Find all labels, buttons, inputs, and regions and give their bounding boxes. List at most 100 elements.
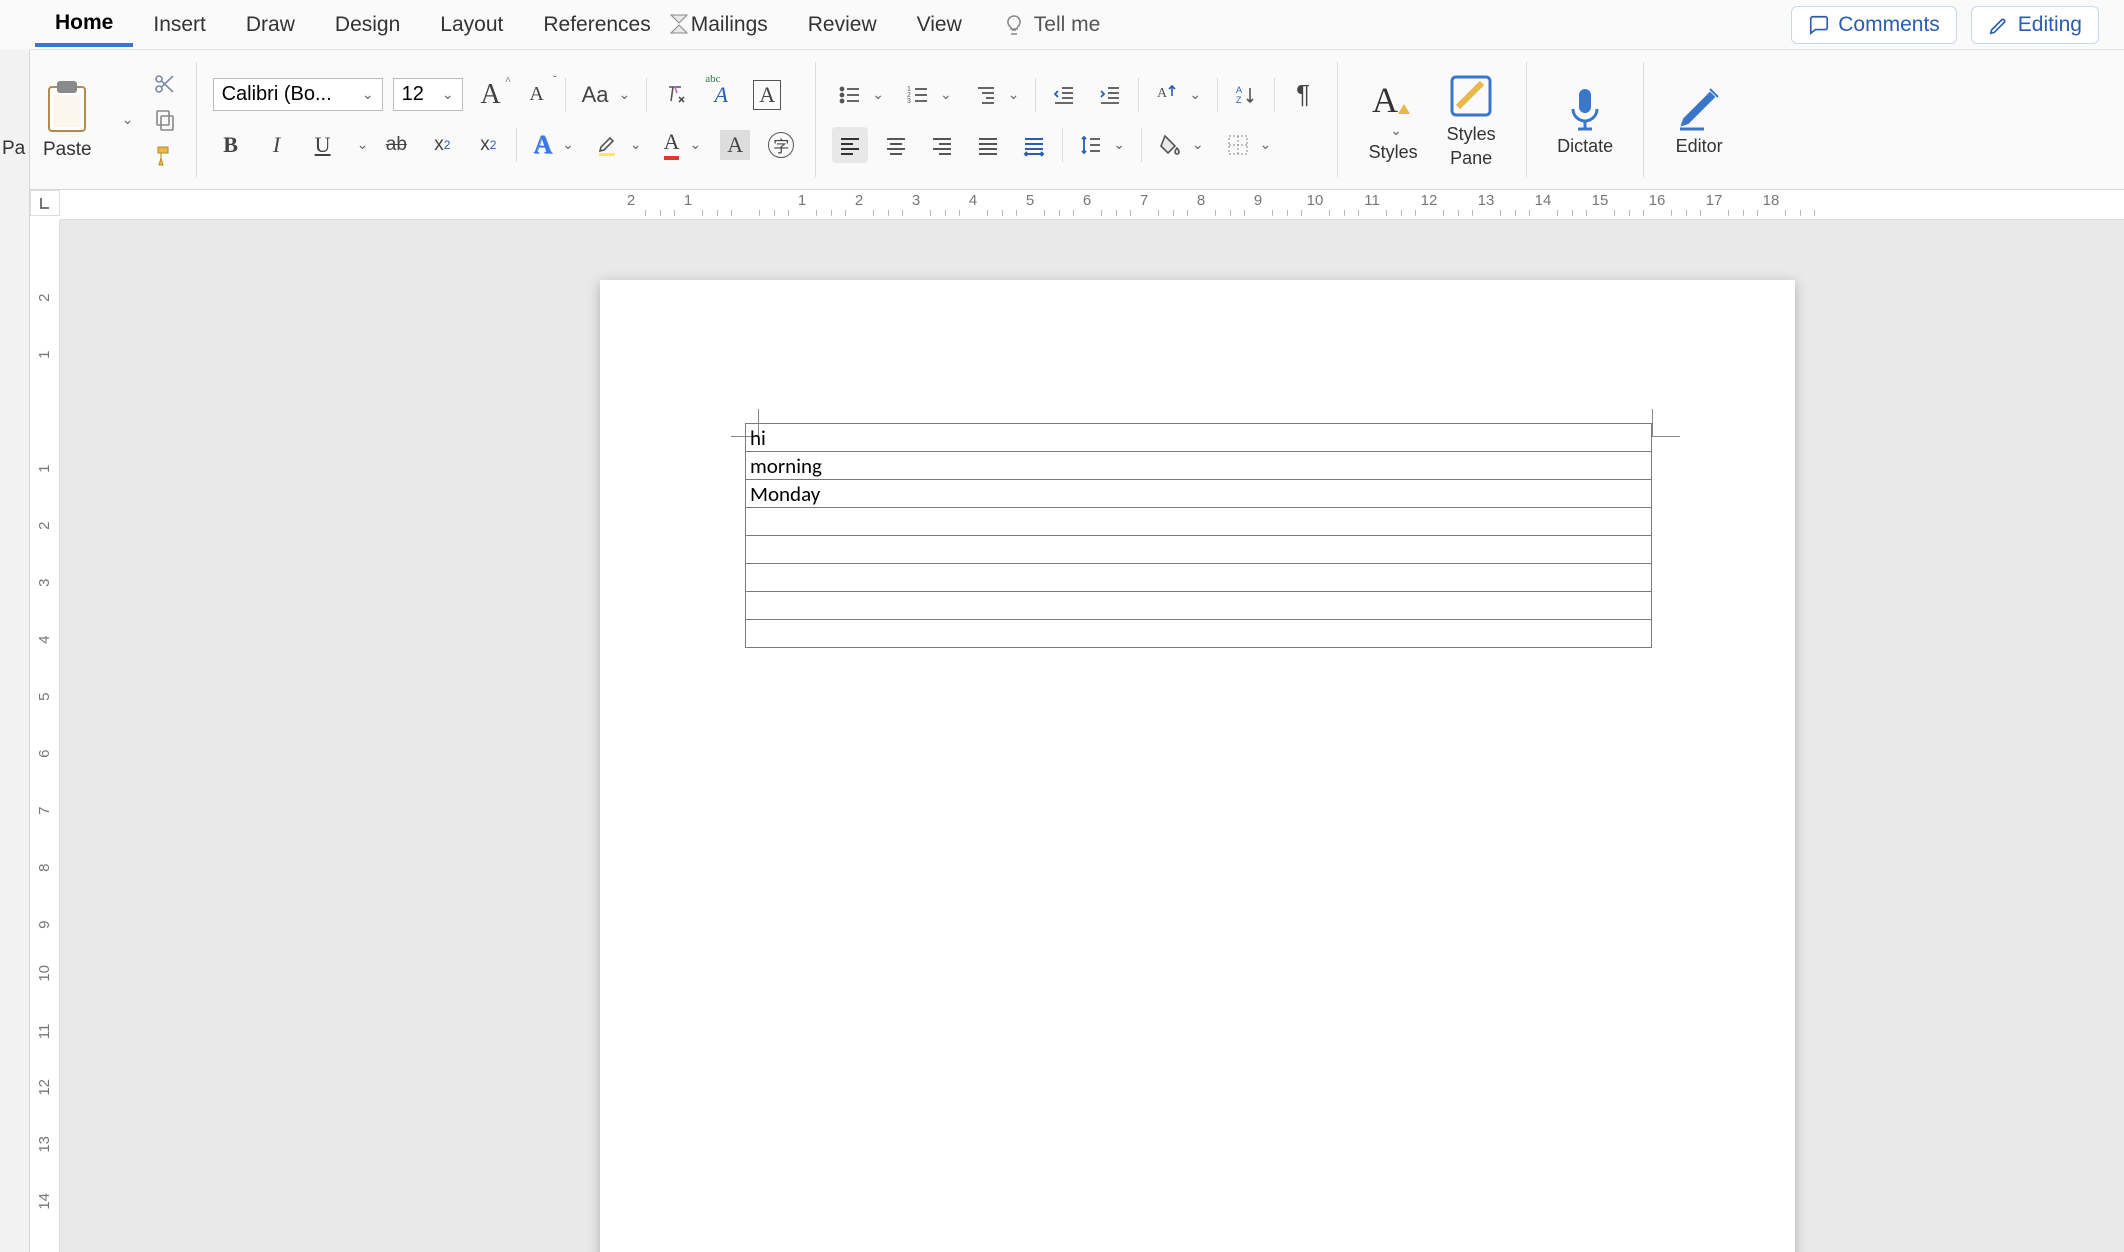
tab-review[interactable]: Review: [788, 5, 897, 45]
group-dictate: Dictate: [1533, 50, 1637, 189]
ruler-tick: 3: [36, 578, 53, 586]
ruler-minor-tick: [1059, 210, 1060, 216]
paste-button[interactable]: Paste: [35, 79, 100, 161]
table-cell[interactable]: morning: [746, 452, 1652, 480]
text-direction-button[interactable]: A⌄: [1149, 77, 1207, 113]
document-table[interactable]: himorningMonday: [745, 423, 1652, 648]
ruler-minor-tick: [816, 210, 817, 216]
styles-gallery-button[interactable]: A ⌄ Styles: [1354, 72, 1432, 167]
tab-stop-selector[interactable]: [30, 190, 60, 216]
table-cell[interactable]: [746, 564, 1652, 592]
table-row[interactable]: [746, 536, 1652, 564]
strikethrough-button[interactable]: ab: [378, 127, 414, 163]
font-family-select[interactable]: Calibri (Bo...⌄: [213, 78, 383, 111]
justify-button[interactable]: [970, 127, 1006, 163]
editor-button[interactable]: Editor: [1660, 79, 1738, 161]
cut-button[interactable]: [150, 69, 180, 99]
clear-formatting-button[interactable]: [657, 77, 693, 113]
increase-indent-button[interactable]: [1092, 77, 1128, 113]
numbering-button[interactable]: 123⌄: [900, 77, 958, 113]
comments-button[interactable]: Comments: [1791, 6, 1957, 44]
align-right-button[interactable]: [924, 127, 960, 163]
horizontal-ruler[interactable]: 21123456789101112131415161718: [60, 190, 2124, 220]
tell-me-label: Tell me: [1034, 13, 1101, 37]
ruler-tick: 10: [36, 965, 53, 982]
change-case-label: Aa: [582, 82, 609, 108]
highlight-button[interactable]: ⌄: [590, 127, 648, 163]
outdent-icon: [1052, 83, 1076, 107]
dictate-button[interactable]: Dictate: [1543, 79, 1627, 161]
format-painter-button[interactable]: [150, 141, 180, 171]
indent-marker[interactable]: [670, 14, 688, 39]
tell-me-search[interactable]: Tell me: [982, 5, 1121, 45]
ruler-minor-tick: [1415, 210, 1416, 216]
align-left-button[interactable]: [832, 127, 868, 163]
font-family-value: Calibri (Bo...: [222, 83, 332, 106]
paste-dropdown[interactable]: ⌄: [110, 105, 140, 135]
table-cell[interactable]: [746, 620, 1652, 648]
table-cell[interactable]: Monday: [746, 480, 1652, 508]
ruler-minor-tick: [1101, 210, 1102, 216]
shrink-font-button[interactable]: Aˇ: [519, 77, 555, 113]
ruler-minor-tick: [1643, 210, 1644, 216]
distributed-button[interactable]: [1016, 127, 1052, 163]
tab-view[interactable]: View: [897, 5, 982, 45]
copy-button[interactable]: [150, 105, 180, 135]
align-center-button[interactable]: [878, 127, 914, 163]
editing-mode-button[interactable]: Editing: [1971, 6, 2099, 44]
table-row[interactable]: Monday: [746, 480, 1652, 508]
table-cell[interactable]: hi: [746, 424, 1652, 452]
font-size-select[interactable]: 12⌄: [393, 78, 463, 111]
change-case-button[interactable]: Aa ⌄: [576, 77, 637, 113]
borders-button[interactable]: ⌄: [1220, 127, 1278, 163]
character-border-button[interactable]: A: [749, 77, 785, 113]
character-shading-button[interactable]: A: [717, 127, 753, 163]
table-row[interactable]: hi: [746, 424, 1652, 452]
multilevel-list-button[interactable]: ⌄: [968, 77, 1026, 113]
sort-button[interactable]: AZ: [1228, 77, 1264, 113]
document-page[interactable]: himorningMonday: [600, 280, 1795, 1252]
phonetic-guide-button[interactable]: abcA: [703, 77, 739, 113]
underline-button[interactable]: U: [305, 127, 341, 163]
ruler-minor-tick: [902, 210, 903, 216]
text-effects-button[interactable]: A⌄: [527, 127, 580, 163]
show-paragraph-marks-button[interactable]: ¶: [1285, 77, 1321, 113]
underline-dropdown[interactable]: ⌄: [357, 136, 369, 153]
table-row[interactable]: morning: [746, 452, 1652, 480]
table-cell[interactable]: [746, 508, 1652, 536]
italic-button[interactable]: I: [259, 127, 295, 163]
table-row[interactable]: [746, 620, 1652, 648]
styles-pane-button[interactable]: Styles Pane: [1432, 67, 1510, 173]
ruler-minor-tick: [1230, 210, 1231, 216]
document-canvas[interactable]: himorningMonday: [60, 220, 2124, 1252]
chevron-down-icon: ⌄: [1260, 136, 1272, 153]
grow-font-button[interactable]: A^: [473, 77, 509, 113]
bullets-button[interactable]: ⌄: [832, 77, 890, 113]
bold-button[interactable]: B: [213, 127, 249, 163]
ruler-minor-tick: [1529, 210, 1530, 216]
table-cell[interactable]: [746, 592, 1652, 620]
table-cell[interactable]: [746, 536, 1652, 564]
chevron-down-icon: ⌄: [872, 86, 884, 103]
line-spacing-button[interactable]: ⌄: [1073, 127, 1131, 163]
tab-home[interactable]: Home: [35, 3, 133, 47]
chevron-down-icon: ⌄: [619, 86, 631, 103]
svg-text:A: A: [1372, 80, 1398, 120]
tab-layout[interactable]: Layout: [420, 5, 523, 45]
superscript-button[interactable]: x2: [470, 127, 506, 163]
vertical-ruler[interactable]: 211234567891011121314: [30, 220, 60, 1252]
tab-references[interactable]: References: [523, 5, 670, 45]
ruler-minor-tick: [1800, 210, 1801, 216]
table-row[interactable]: [746, 508, 1652, 536]
table-row[interactable]: [746, 592, 1652, 620]
tab-mailings[interactable]: Mailings: [671, 5, 788, 45]
table-row[interactable]: [746, 564, 1652, 592]
decrease-indent-button[interactable]: [1046, 77, 1082, 113]
shading-button[interactable]: ⌄: [1152, 127, 1210, 163]
tab-design[interactable]: Design: [315, 5, 420, 45]
tab-draw[interactable]: Draw: [226, 5, 315, 45]
enclose-characters-button[interactable]: 字: [763, 127, 799, 163]
subscript-button[interactable]: x2: [424, 127, 460, 163]
font-color-button[interactable]: A⌄: [658, 127, 708, 163]
tab-insert[interactable]: Insert: [133, 5, 226, 45]
